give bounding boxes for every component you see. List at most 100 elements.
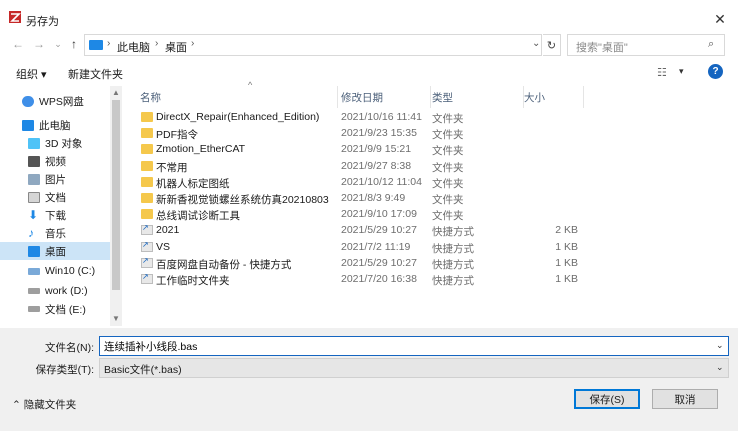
chevron-down-icon[interactable]: ⌄ xyxy=(532,38,540,49)
file-name: 总线调试诊断工具 xyxy=(156,210,240,223)
sidebar-item-3d-objects[interactable]: 3D 对象 xyxy=(0,134,110,152)
scroll-up-icon[interactable]: ▲ xyxy=(112,88,120,97)
recent-dropdown-icon[interactable]: ⌄ xyxy=(50,36,66,52)
sidebar-item-label: 文档 (E:) xyxy=(45,303,86,316)
filetype-value: Basic文件(*.bas) xyxy=(104,364,182,376)
chevron-down-icon[interactable]: ⌄ xyxy=(716,340,724,351)
column-header-label: 类型 xyxy=(432,92,453,104)
view-options-icon[interactable]: ☷ xyxy=(657,66,667,79)
back-arrow-icon[interactable]: ← xyxy=(10,36,26,52)
chevron-down-icon[interactable]: ⌄ xyxy=(716,362,724,373)
chevron-right-icon[interactable]: › xyxy=(107,38,110,49)
app-logo-icon xyxy=(9,11,21,23)
chevron-down-icon[interactable]: ▾ xyxy=(679,66,684,77)
nav-scrollbar[interactable]: ▲ ▼ xyxy=(110,86,122,326)
file-name: 不常用 xyxy=(156,161,188,174)
folder-icon xyxy=(141,144,153,155)
address-bar[interactable]: › 此电脑 › 桌面 › ⌄ xyxy=(84,34,542,56)
download-icon: ⬇ xyxy=(28,207,39,222)
sidebar-item-drive-e[interactable]: 文档 (E:) xyxy=(0,300,110,318)
folder-icon xyxy=(141,128,153,139)
search-input[interactable]: 搜索"桌面" ⌕ xyxy=(567,34,725,56)
file-row[interactable]: 百度网盘自动备份 - 快捷方式 2021/5/29 10:27 快捷方式 1 KB xyxy=(124,256,594,272)
filetype-select[interactable]: Basic文件(*.bas) xyxy=(99,358,729,378)
drive-icon xyxy=(28,267,40,275)
toolbar: 组织 ▾ 新建文件夹 ☷ ▾ ? xyxy=(0,60,738,86)
file-row[interactable]: 总线调试诊断工具 2021/9/10 17:09 文件夹 xyxy=(124,207,594,223)
file-row[interactable]: 不常用 2021/9/27 8:38 文件夹 xyxy=(124,159,594,175)
sidebar-item-desktop[interactable]: 桌面 xyxy=(0,242,110,260)
file-type: 快捷方式 xyxy=(432,226,474,239)
address-row: ← → ⌄ ↑ › 此电脑 › 桌面 › ⌄ ↻ 搜索"桌面" ⌕ xyxy=(0,33,738,57)
new-folder-button[interactable]: 新建文件夹 xyxy=(68,66,123,82)
column-header-name[interactable]: ^ 名称 xyxy=(140,80,338,108)
file-type: 文件夹 xyxy=(432,210,464,223)
chevron-right-icon[interactable]: › xyxy=(191,38,194,49)
sidebar-item-drive-d[interactable]: work (D:) xyxy=(0,282,110,300)
file-date: 2021/7/20 16:38 xyxy=(341,273,417,285)
sidebar-item-wps-cloud[interactable]: WPS网盘 xyxy=(0,92,110,110)
file-row[interactable]: Zmotion_EtherCAT 2021/9/9 15:21 文件夹 xyxy=(124,142,594,158)
up-arrow-icon[interactable]: ↑ xyxy=(66,36,82,52)
filename-label: 文件名(N): xyxy=(45,342,94,354)
window-title: 另存为 xyxy=(26,16,59,28)
scroll-down-icon[interactable]: ▼ xyxy=(112,314,120,323)
chevron-right-icon[interactable]: › xyxy=(155,38,158,49)
sidebar-item-music[interactable]: ♪ 音乐 xyxy=(0,224,110,242)
save-as-dialog: 另存为 ✕ ← → ⌄ ↑ › 此电脑 › 桌面 › ⌄ ↻ 搜索"桌面" ⌕ … xyxy=(0,0,738,431)
sidebar-item-pictures[interactable]: 图片 xyxy=(0,170,110,188)
file-name: PDF指令 xyxy=(156,129,198,142)
file-row[interactable]: 工作临时文件夹 2021/7/20 16:38 快捷方式 1 KB xyxy=(124,272,594,288)
column-header-type[interactable]: 类型 xyxy=(432,86,524,108)
file-row[interactable]: PDF指令 2021/9/23 15:35 文件夹 xyxy=(124,126,594,142)
filename-input[interactable] xyxy=(99,336,729,356)
sidebar-item-this-pc[interactable]: 此电脑 xyxy=(0,116,110,134)
search-icon[interactable]: ⌕ xyxy=(708,38,714,51)
file-row[interactable]: DirectX_Repair(Enhanced_Edition) 2021/10/… xyxy=(124,110,594,126)
hide-folders-label: 隐藏文件夹 xyxy=(23,399,77,411)
sidebar-item-downloads[interactable]: ⬇ 下载 xyxy=(0,206,110,224)
file-name: 工作临时文件夹 xyxy=(156,275,230,287)
breadcrumb-desktop[interactable]: 桌面 xyxy=(165,39,187,55)
sidebar-item-drive-c[interactable]: Win10 (C:) xyxy=(0,262,110,280)
file-type: 文件夹 xyxy=(432,177,464,190)
title-bar: 另存为 ✕ xyxy=(0,0,738,30)
column-header-size[interactable]: 大小 xyxy=(524,86,584,108)
file-date: 2021/10/16 11:41 xyxy=(341,111,422,123)
file-name: DirectX_Repair(Enhanced_Edition) xyxy=(156,111,320,123)
file-name: 百度网盘自动备份 - 快捷方式 xyxy=(156,258,292,271)
sidebar-item-documents[interactable]: 文档 xyxy=(0,188,110,206)
file-name: 2021 xyxy=(156,224,180,237)
file-type: 文件夹 xyxy=(432,113,464,125)
scroll-thumb[interactable] xyxy=(112,100,120,290)
file-size: 1 KB xyxy=(555,273,578,285)
forward-arrow-icon[interactable]: → xyxy=(31,36,47,52)
help-icon[interactable]: ? xyxy=(708,64,723,79)
file-date: 2021/5/29 10:27 xyxy=(341,256,417,269)
file-row[interactable]: 新新香视觉锁螺丝系统仿真20210803 2021/8/3 9:49 文件夹 xyxy=(124,191,594,207)
file-row[interactable]: 2021 2021/5/29 10:27 快捷方式 2 KB xyxy=(124,223,594,239)
sidebar-item-label: 图片 xyxy=(45,173,66,186)
column-header-label: 名称 xyxy=(140,92,161,104)
refresh-button[interactable]: ↻ xyxy=(543,34,561,56)
folder-icon xyxy=(141,193,153,203)
hide-folders-toggle[interactable]: ⌃ 隐藏文件夹 xyxy=(12,397,76,412)
cancel-button[interactable]: 取消 xyxy=(652,389,718,409)
shortcut-icon xyxy=(141,240,153,252)
file-name: 机器人标定图纸 xyxy=(156,177,230,190)
sidebar-item-video[interactable]: 视频 xyxy=(0,152,110,170)
sidebar-item-label: 桌面 xyxy=(45,245,66,258)
document-icon xyxy=(28,191,40,203)
file-row[interactable]: 机器人标定图纸 2021/10/12 11:04 文件夹 xyxy=(124,175,594,191)
file-type: 快捷方式 xyxy=(432,242,474,255)
sidebar-item-label: 3D 对象 xyxy=(45,137,83,150)
file-type: 快捷方式 xyxy=(432,275,474,287)
breadcrumb-this-pc[interactable]: 此电脑 xyxy=(117,39,150,55)
organize-menu-button[interactable]: 组织 ▾ xyxy=(16,66,47,82)
close-button[interactable]: ✕ xyxy=(712,11,728,27)
file-row[interactable]: VS 2021/7/2 11:19 快捷方式 1 KB xyxy=(124,240,594,256)
save-button[interactable]: 保存(S) xyxy=(574,389,640,409)
column-header-date[interactable]: 修改日期 xyxy=(341,86,431,108)
column-header-label: 大小 xyxy=(524,92,545,104)
file-date: 2021/8/3 9:49 xyxy=(341,192,406,204)
